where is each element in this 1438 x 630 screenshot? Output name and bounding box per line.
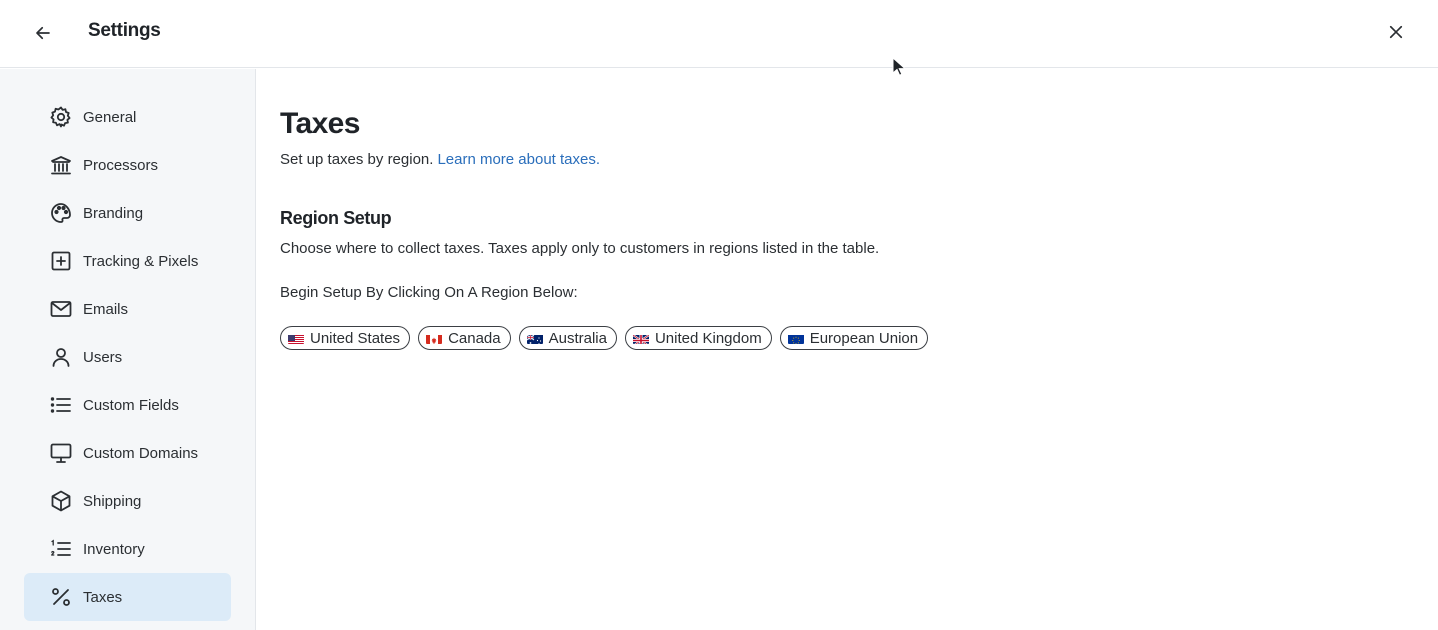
mail-icon	[48, 296, 74, 322]
page-title: Settings	[88, 20, 161, 41]
section-heading: Taxes	[280, 107, 360, 140]
sidebar-item-branding[interactable]: Branding	[24, 189, 231, 237]
sidebar-item-label: Tracking & Pixels	[83, 252, 199, 270]
top-bar: Settings	[0, 0, 1438, 68]
percent-icon	[48, 584, 74, 610]
sidebar-item-emails[interactable]: Emails	[24, 285, 231, 333]
sidebar-item-tracking-pixels[interactable]: Tracking & Pixels	[24, 237, 231, 285]
numbered-list-icon	[48, 536, 74, 562]
sidebar-item-general[interactable]: General	[24, 93, 231, 141]
subtitle: Set up taxes by region. Learn more about …	[280, 151, 600, 168]
subtitle-text: Set up taxes by region.	[280, 151, 434, 168]
sidebar-item-inventory[interactable]: Inventory	[24, 525, 231, 573]
bank-icon	[48, 152, 74, 178]
sidebar-item-label: Inventory	[83, 540, 145, 558]
region-setup-heading: Region Setup	[280, 208, 392, 228]
region-chip-label: Canada	[448, 329, 501, 347]
sidebar-item-taxes[interactable]: Taxes	[24, 573, 231, 621]
close-button[interactable]	[1383, 19, 1409, 45]
sidebar-item-custom-domains[interactable]: Custom Domains	[24, 429, 231, 477]
region-chip-list: United States Canada Australia United Ki…	[280, 326, 929, 350]
region-chip-united-kingdom[interactable]: United Kingdom	[624, 326, 772, 350]
settings-sidebar: General Processors Branding Tracking & P…	[0, 69, 256, 630]
arrow-left-icon	[36, 26, 50, 40]
sidebar-item-shipping[interactable]: Shipping	[24, 477, 231, 525]
sidebar-item-label: Custom Domains	[83, 444, 199, 462]
australia-flag-icon	[526, 333, 543, 344]
sidebar-item-custom-fields[interactable]: Custom Fields	[24, 381, 231, 429]
sidebar-item-label: Processors	[83, 156, 159, 174]
sidebar-item-label: Custom Fields	[83, 396, 179, 414]
uk-flag-icon	[632, 333, 649, 344]
close-icon	[1389, 25, 1403, 39]
sidebar-item-users[interactable]: Users	[24, 333, 231, 381]
canada-flag-icon	[426, 333, 443, 344]
back-button[interactable]	[30, 20, 56, 46]
sidebar-item-label: General	[83, 108, 137, 126]
sidebar-item-label: Branding	[83, 204, 144, 222]
box-icon	[48, 488, 74, 514]
region-chip-australia[interactable]: Australia	[518, 326, 617, 350]
palette-icon	[48, 200, 74, 226]
region-chip-label: Australia	[548, 329, 607, 347]
user-icon	[48, 344, 74, 370]
eu-flag-icon	[787, 333, 804, 344]
region-chip-label: United Kingdom	[654, 329, 762, 347]
sidebar-item-processors[interactable]: Processors	[24, 141, 231, 189]
mouse-cursor-icon	[892, 57, 906, 76]
region-chip-united-states[interactable]: United States	[280, 326, 411, 350]
region-setup-description: Choose where to collect taxes. Taxes app…	[280, 240, 880, 257]
region-prompt: Begin Setup By Clicking On A Region Belo…	[280, 284, 578, 301]
region-chip-label: United States	[310, 329, 401, 347]
monitor-icon	[48, 440, 74, 466]
list-icon	[48, 392, 74, 418]
gear-icon	[48, 104, 74, 130]
region-chip-european-union[interactable]: European Union	[779, 326, 929, 350]
main-content: Taxes Set up taxes by region. Learn more …	[280, 69, 1438, 630]
sidebar-item-label: Shipping	[83, 492, 142, 510]
learn-more-link[interactable]: Learn more about taxes.	[437, 151, 600, 168]
sidebar-item-label: Emails	[83, 300, 129, 318]
region-chip-canada[interactable]: Canada	[418, 326, 511, 350]
us-flag-icon	[288, 333, 304, 344]
plus-square-icon	[48, 248, 74, 274]
region-chip-label: European Union	[809, 329, 919, 347]
sidebar-item-label: Taxes	[83, 588, 123, 606]
sidebar-item-label: Users	[83, 348, 123, 366]
